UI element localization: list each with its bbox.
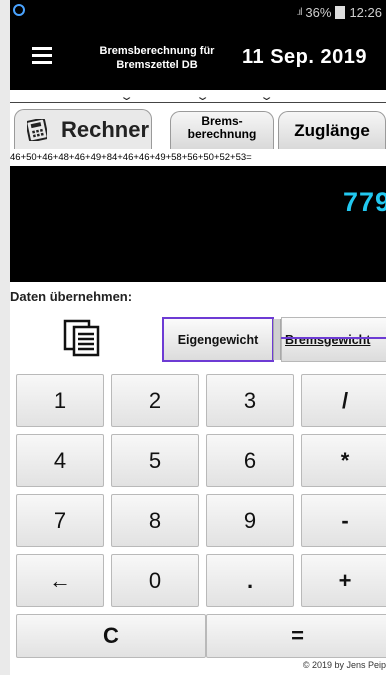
left-strip [0,0,10,675]
transfer-label: Daten übernehmen: [10,289,133,304]
battery-percent: 36% [305,5,332,20]
tab-bremsberechnung-label: Brems- berechnung [187,114,257,141]
battery-icon [335,6,346,19]
equals-key[interactable]: = [206,614,386,658]
segment-separator [273,319,281,360]
key-3[interactable]: 3 [206,374,294,427]
bremsgewicht-highlight [281,337,386,339]
result-display: 779 [10,166,386,282]
key-divide[interactable]: / [301,374,386,427]
key-4[interactable]: 4 [16,434,104,487]
clock: 12:26 [349,5,382,20]
app-frame: .ıl 36% 12:26 Bremsberechnung für Bremsz… [10,0,386,675]
key-subtract[interactable]: - [301,494,386,547]
app-title: Bremsberechnung für Bremszettel DB [99,45,215,71]
key-6[interactable]: 6 [206,434,294,487]
key-1[interactable]: 1 [16,374,104,427]
tab-bar: Rechner Brems- berechnung Zuglänge [10,103,386,149]
backspace-key[interactable]: ← [16,554,104,607]
bremsgewicht-button[interactable]: Bremsgewicht [281,317,386,362]
notification-icon [13,4,25,16]
key-8[interactable]: 8 [111,494,199,547]
eigengewicht-button[interactable]: Eigengewicht [162,317,274,362]
copyright: © 2019 by Jens Peip [302,660,386,670]
status-bar: .ıl 36% 12:26 [10,0,386,25]
key-decimal[interactable]: . [206,554,294,607]
calculator-icon [27,119,47,141]
signal-icon: .ıl [296,7,303,18]
result-value: 779 [342,187,386,217]
menu-icon[interactable] [32,47,52,64]
key-0[interactable]: 0 [111,554,199,607]
tab-zuglaenge-label: Zuglänge [294,121,370,140]
header-date: 11 Sep. 2019 [242,46,367,68]
tab-rechner[interactable]: Rechner [14,109,152,149]
tab-rechner-label: Rechner [61,117,150,142]
key-9[interactable]: 9 [206,494,294,547]
key-7[interactable]: 7 [16,494,104,547]
key-5[interactable]: 5 [111,434,199,487]
tab-zuglaenge[interactable]: Zuglänge [278,111,386,149]
key-2[interactable]: 2 [111,374,199,427]
copy-icon[interactable] [62,318,102,358]
tab-indicators: ⌄ ⌄ ⌄ [10,90,386,103]
app-header: Bremsberechnung für Bremszettel DB 11 Se… [10,25,386,90]
key-add[interactable]: + [301,554,386,607]
expression-line: 46+50+46+48+46+49+84+46+46+49+58+56+50+5… [10,152,252,163]
key-multiply[interactable]: * [301,434,386,487]
tab-bremsberechnung[interactable]: Brems- berechnung [170,111,274,149]
clear-key[interactable]: C [16,614,206,658]
